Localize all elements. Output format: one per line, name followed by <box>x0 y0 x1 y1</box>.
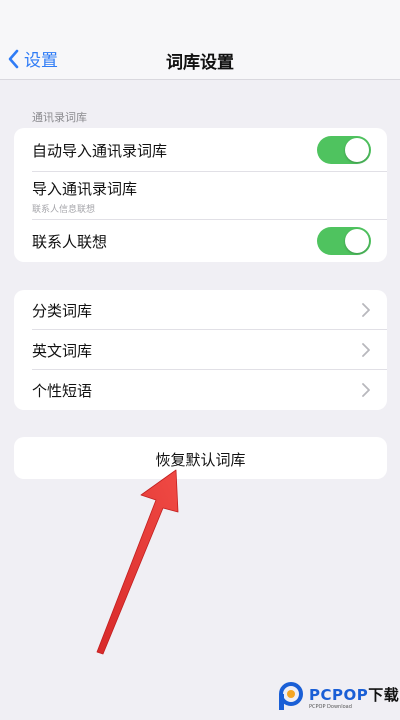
watermark-brand: PCPOP <box>309 686 369 704</box>
import-contacts-sublabel: 联系人信息联想 <box>32 205 96 215</box>
contact-association-row: 联系人联想 <box>14 220 387 262</box>
contact-association-label: 联系人联想 <box>32 232 108 251</box>
english-lexicon-label: 英文词库 <box>32 341 93 360</box>
contacts-lexicon-group: 自动导入通讯录词库 导入通讯录词库 联系人信息联想 联系人联想 <box>14 128 387 262</box>
auto-import-contacts-row: 自动导入通讯录词库 <box>14 128 387 172</box>
toggle-knob <box>345 138 369 162</box>
chevron-right-icon <box>362 343 370 357</box>
import-contacts-row[interactable]: 导入通讯录词库 联系人信息联想 <box>14 172 387 220</box>
toggle-knob <box>345 229 369 253</box>
watermark-suffix: 下载 <box>368 686 400 704</box>
watermark: PCPOP下载 PCPOP Download <box>277 682 399 712</box>
category-lexicon-label: 分类词库 <box>32 301 93 320</box>
personal-phrases-row[interactable]: 个性短语 <box>14 370 387 410</box>
reset-lexicon-button[interactable]: 恢复默认词库 <box>14 437 387 479</box>
chevron-right-icon <box>362 303 370 317</box>
english-lexicon-row[interactable]: 英文词库 <box>14 330 387 370</box>
lexicon-categories-group: 分类词库 英文词库 个性短语 <box>14 290 387 410</box>
watermark-subtitle: PCPOP Download <box>309 704 352 710</box>
reset-lexicon-label: 恢复默认词库 <box>155 451 246 469</box>
category-lexicon-row[interactable]: 分类词库 <box>14 290 387 330</box>
pcpop-logo-icon <box>279 682 303 710</box>
navigation-bar: 设置 词库设置 <box>0 0 400 80</box>
import-contacts-label: 导入通讯录词库 <box>32 180 138 198</box>
personal-phrases-label: 个性短语 <box>32 381 93 400</box>
section-header-contacts: 通讯录词库 <box>32 111 87 124</box>
chevron-right-icon <box>362 383 370 397</box>
auto-import-contacts-toggle[interactable] <box>317 136 371 164</box>
auto-import-contacts-label: 自动导入通讯录词库 <box>32 141 168 160</box>
page-title: 词库设置 <box>166 53 234 73</box>
contact-association-toggle[interactable] <box>317 227 371 255</box>
